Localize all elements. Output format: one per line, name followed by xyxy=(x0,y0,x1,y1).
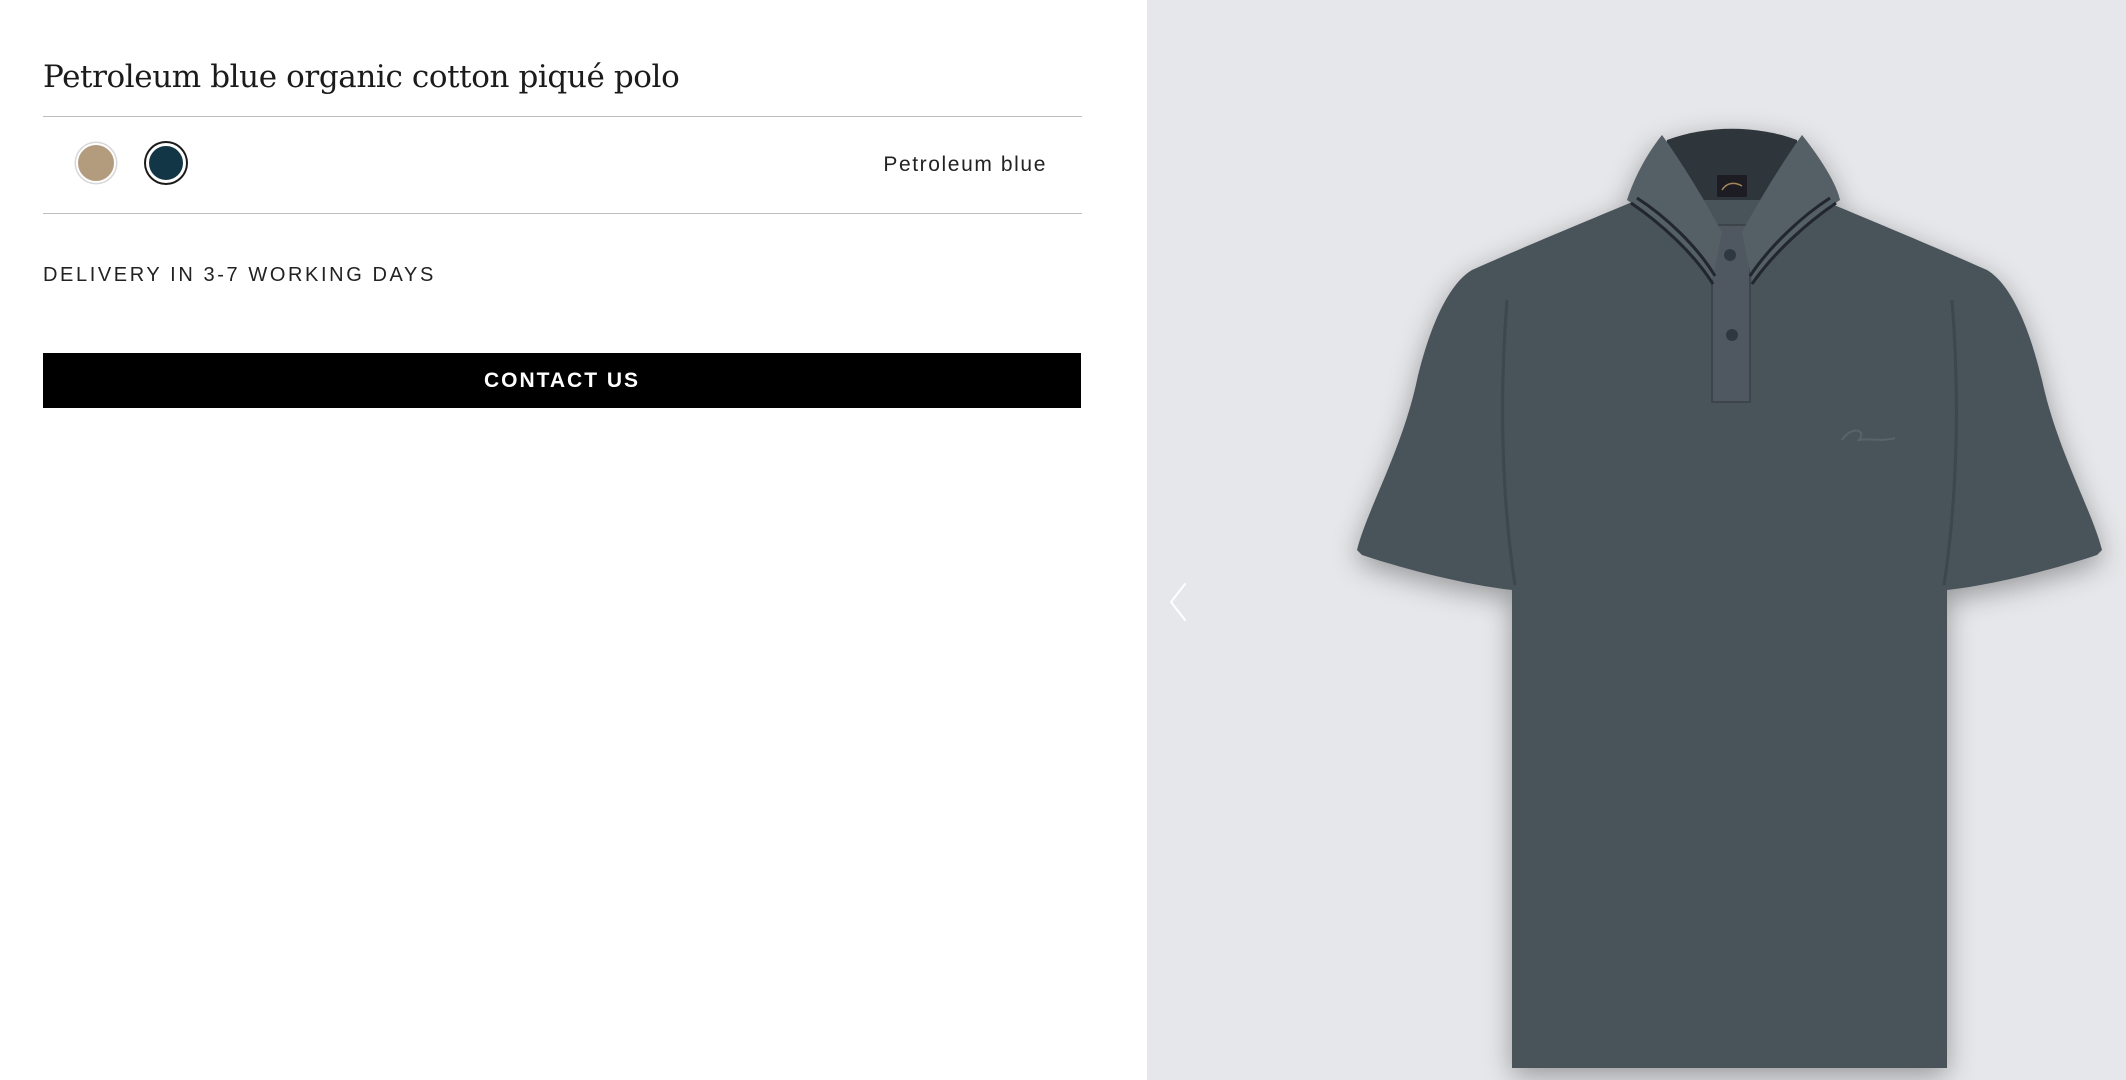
product-page: Petroleum blue organic cotton piqué polo… xyxy=(0,0,2126,1080)
chevron-left-icon xyxy=(1169,583,1186,621)
divider xyxy=(43,116,1082,117)
gallery-prev-button[interactable] xyxy=(1163,580,1199,624)
product-gallery xyxy=(1147,0,2126,1080)
divider xyxy=(43,213,1082,214)
polo-shirt-image xyxy=(1357,128,2102,1068)
product-title: Petroleum blue organic cotton piqué polo xyxy=(43,58,680,95)
contact-us-button[interactable]: CONTACT US xyxy=(43,353,1081,408)
selected-color-label: Petroleum blue xyxy=(883,153,1047,176)
delivery-info: DELIVERY IN 3-7 WORKING DAYS xyxy=(43,264,436,286)
product-info-panel: Petroleum blue organic cotton piqué polo… xyxy=(0,0,1147,1080)
